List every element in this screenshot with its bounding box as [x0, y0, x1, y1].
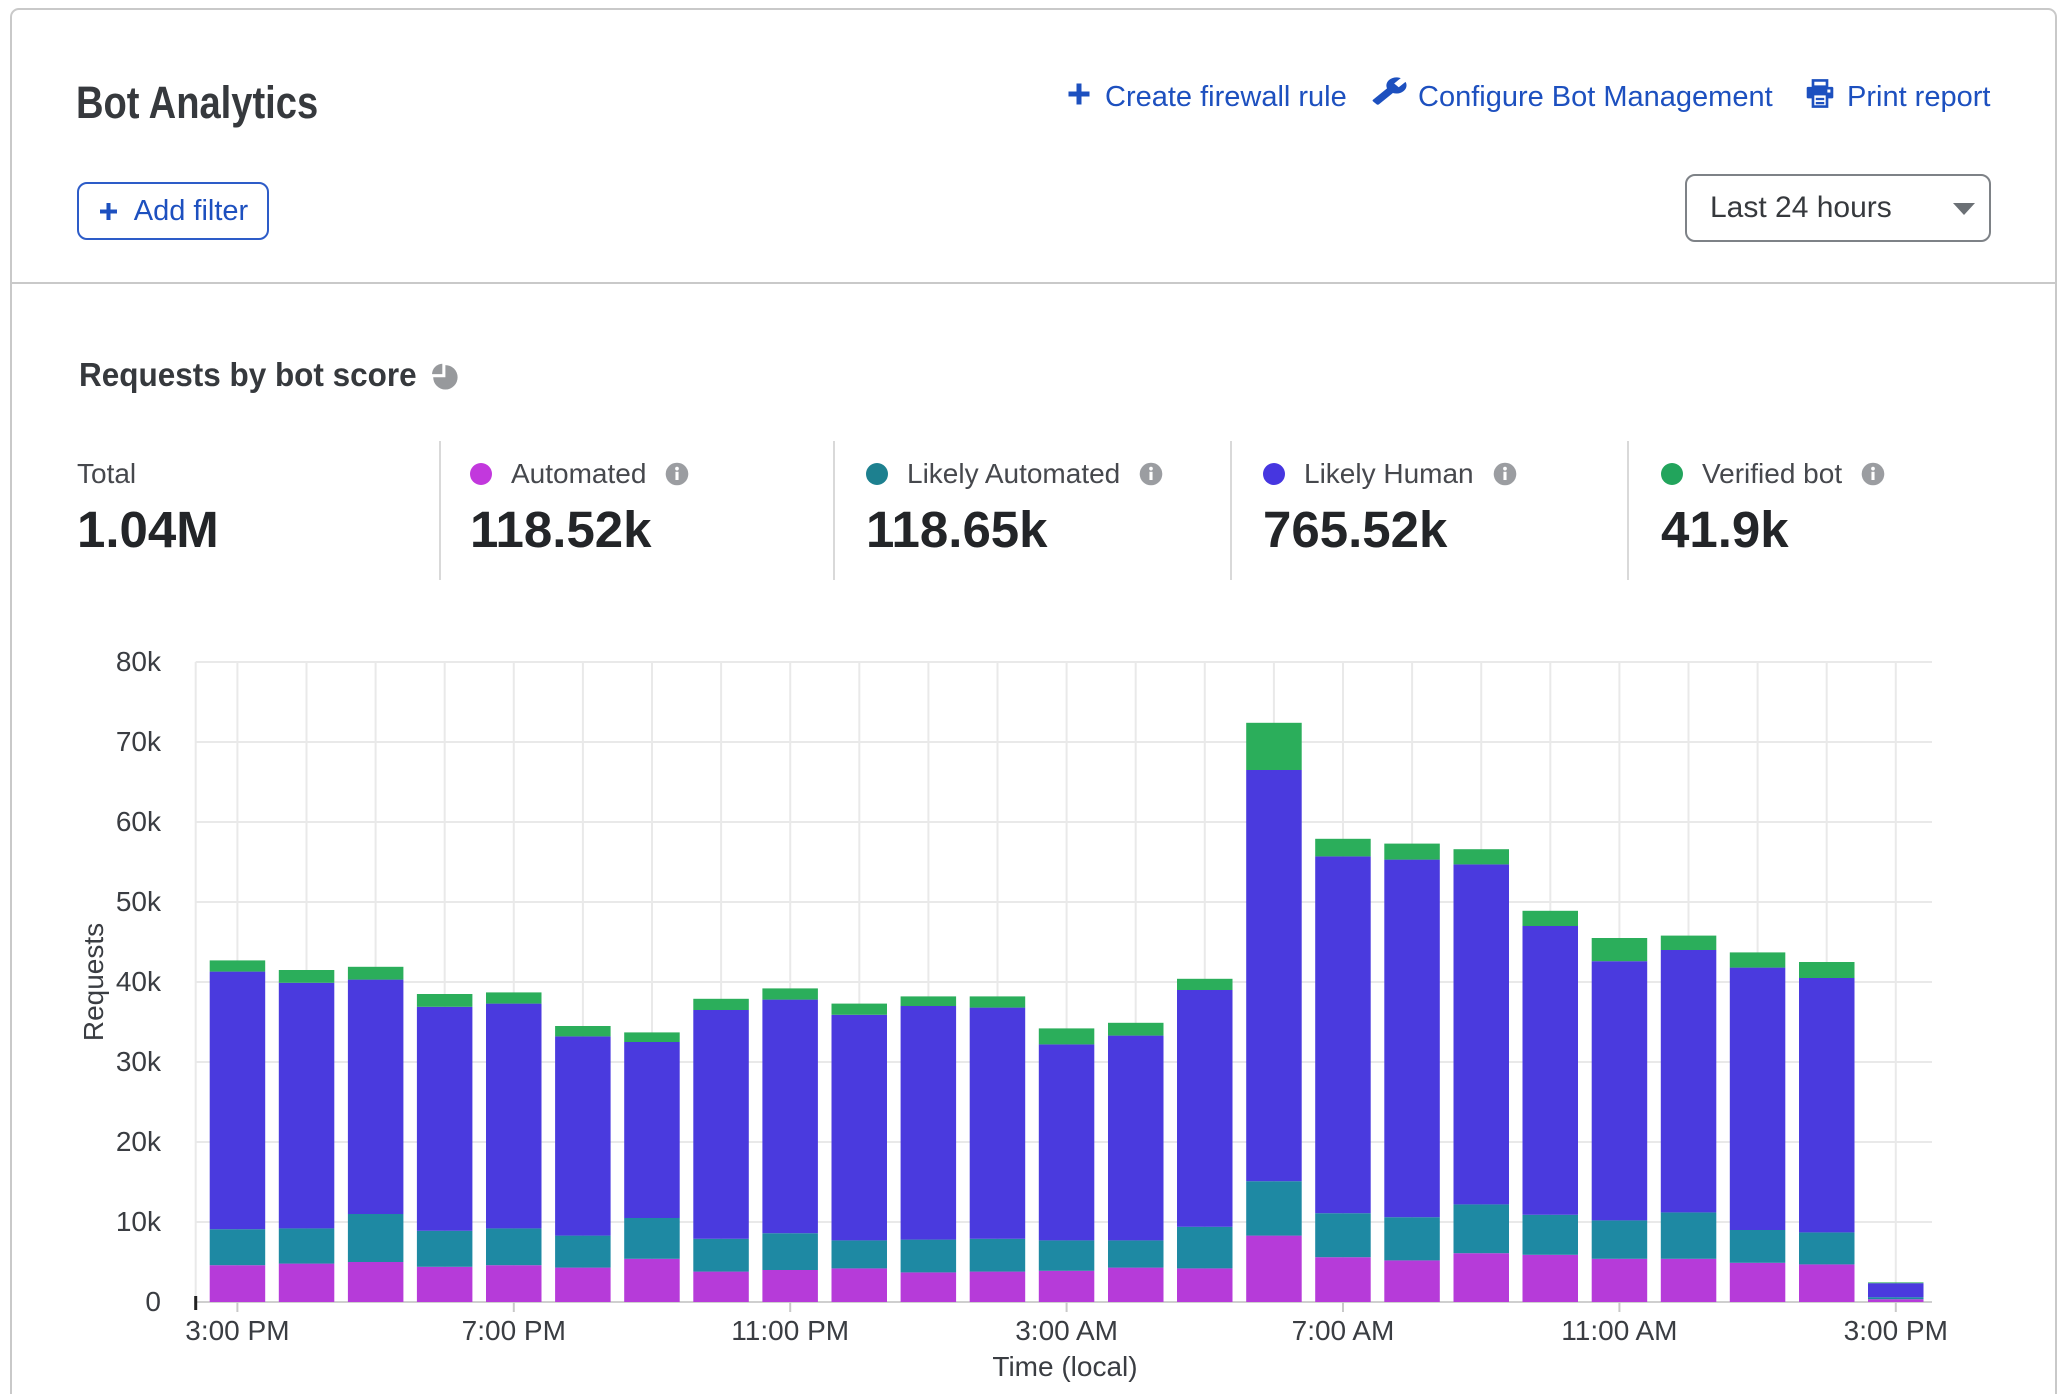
svg-text:3:00 PM: 3:00 PM: [1844, 1315, 1948, 1346]
svg-text:10k: 10k: [116, 1206, 162, 1237]
svg-text:50k: 50k: [116, 886, 162, 917]
svg-text:Time (local): Time (local): [992, 1351, 1137, 1382]
svg-text:7:00 AM: 7:00 AM: [1292, 1315, 1395, 1346]
svg-text:60k: 60k: [116, 806, 162, 837]
svg-text:80k: 80k: [116, 646, 162, 677]
svg-text:3:00 AM: 3:00 AM: [1015, 1315, 1118, 1346]
svg-text:3:00 PM: 3:00 PM: [185, 1315, 289, 1346]
svg-text:11:00 AM: 11:00 AM: [1561, 1315, 1677, 1346]
svg-text:Requests: Requests: [78, 923, 109, 1041]
svg-text:20k: 20k: [116, 1126, 162, 1157]
svg-text:30k: 30k: [116, 1046, 162, 1077]
svg-text:70k: 70k: [116, 726, 162, 757]
svg-text:40k: 40k: [116, 966, 162, 997]
svg-text:11:00 PM: 11:00 PM: [731, 1315, 849, 1346]
svg-text:7:00 PM: 7:00 PM: [462, 1315, 566, 1346]
svg-text:0: 0: [145, 1286, 161, 1317]
